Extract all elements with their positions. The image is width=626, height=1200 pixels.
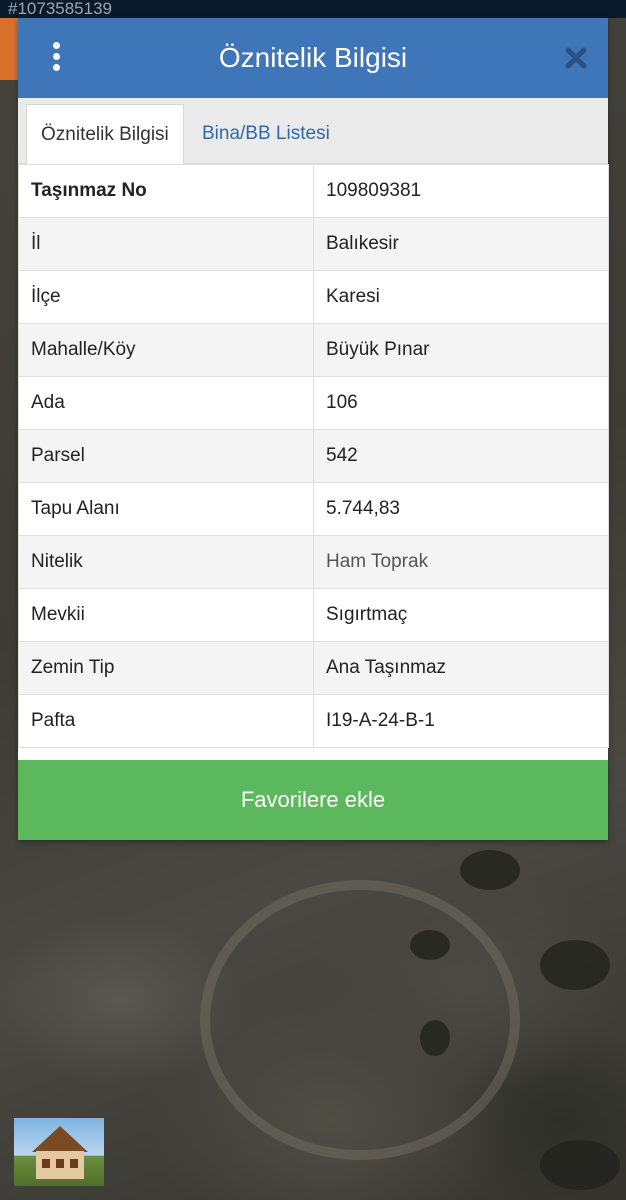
attribute-value: Sıgırtmaç bbox=[313, 588, 609, 642]
tab-bar: Öznitelik Bilgisi Bina/BB Listesi bbox=[18, 98, 608, 165]
table-row: Parsel 542 bbox=[18, 429, 609, 483]
table-row: Mahalle/Köy Büyük Pınar bbox=[18, 323, 609, 377]
table-row: Nitelik Ham Toprak bbox=[18, 535, 609, 589]
add-to-favorites-button[interactable]: Favorilere ekle bbox=[18, 760, 608, 840]
attribute-info-dialog: Öznitelik Bilgisi Öznitelik Bilgisi Bina… bbox=[18, 18, 609, 840]
attribute-key: Zemin Tip bbox=[18, 641, 314, 695]
attribute-key: Nitelik bbox=[18, 535, 314, 589]
map-tree-cluster bbox=[540, 940, 610, 990]
attribute-value: Karesi bbox=[313, 270, 609, 324]
close-icon[interactable] bbox=[564, 46, 588, 70]
attribute-value: I19-A-24-B-1 bbox=[313, 694, 609, 748]
attribute-value: 542 bbox=[313, 429, 609, 483]
attribute-value: Büyük Pınar bbox=[313, 323, 609, 377]
table-row: Ada 106 bbox=[18, 376, 609, 430]
watermark-id: #1073585139 bbox=[0, 0, 626, 18]
attribute-key: İl bbox=[18, 217, 314, 271]
attribute-value: Ham Toprak bbox=[313, 535, 609, 589]
attribute-key: Ada bbox=[18, 376, 314, 430]
attribute-table: Taşınmaz No 109809381 İl Balıkesir İlçe … bbox=[18, 164, 609, 748]
tab-attribute-info[interactable]: Öznitelik Bilgisi bbox=[26, 104, 184, 165]
attribute-value: 106 bbox=[313, 376, 609, 430]
attribute-key: Pafta bbox=[18, 694, 314, 748]
table-row: Pafta I19-A-24-B-1 bbox=[18, 694, 609, 748]
attribute-value: Balıkesir bbox=[313, 217, 609, 271]
table-row: İl Balıkesir bbox=[18, 217, 609, 271]
table-row: Taşınmaz No 109809381 bbox=[18, 164, 609, 218]
table-row: Mevkii Sıgırtmaç bbox=[18, 588, 609, 642]
map-tree-cluster bbox=[460, 850, 520, 890]
table-row: İlçe Karesi bbox=[18, 270, 609, 324]
listing-thumbnail[interactable] bbox=[14, 1118, 104, 1186]
map-tree-cluster bbox=[420, 1020, 450, 1056]
attribute-key: Taşınmaz No bbox=[18, 164, 314, 218]
attribute-key: Tapu Alanı bbox=[18, 482, 314, 536]
attribute-key: Parsel bbox=[18, 429, 314, 483]
attribute-value: Ana Taşınmaz bbox=[313, 641, 609, 695]
table-row: Tapu Alanı 5.744,83 bbox=[18, 482, 609, 536]
map-tree-cluster bbox=[410, 930, 450, 960]
map-side-tab bbox=[0, 18, 20, 80]
tab-building-list[interactable]: Bina/BB Listesi bbox=[188, 104, 344, 164]
table-row: Zemin Tip Ana Taşınmaz bbox=[18, 641, 609, 695]
house-graphic bbox=[36, 1151, 84, 1179]
attribute-key: Mahalle/Köy bbox=[18, 323, 314, 377]
dialog-title: Öznitelik Bilgisi bbox=[218, 42, 408, 73]
attribute-key: Mevkii bbox=[18, 588, 314, 642]
house-roof-graphic bbox=[32, 1126, 88, 1152]
attribute-key: İlçe bbox=[18, 270, 314, 324]
map-tree-cluster bbox=[540, 1140, 620, 1190]
map-track bbox=[200, 880, 520, 1160]
attribute-value: 5.744,83 bbox=[313, 482, 609, 536]
dialog-header: Öznitelik Bilgisi bbox=[18, 18, 608, 98]
attribute-value: 109809381 bbox=[313, 164, 609, 218]
